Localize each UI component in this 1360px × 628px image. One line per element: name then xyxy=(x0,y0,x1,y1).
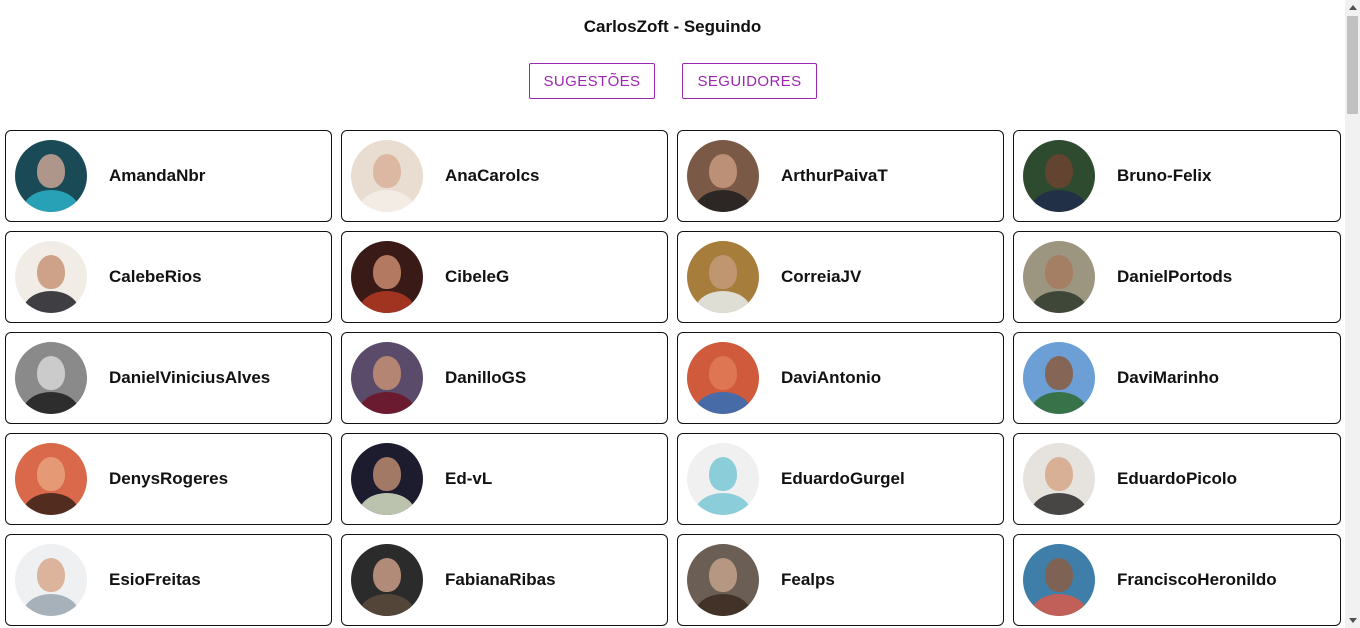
avatar[interactable] xyxy=(351,140,423,212)
user-card[interactable]: DenysRogeres xyxy=(5,433,332,525)
avatar[interactable] xyxy=(351,342,423,414)
user-card[interactable]: EsioFreitas xyxy=(5,534,332,626)
username[interactable]: DaviMarinho xyxy=(1117,368,1219,388)
avatar[interactable] xyxy=(15,342,87,414)
username[interactable]: EduardoGurgel xyxy=(781,469,905,489)
username[interactable]: ArthurPaivaT xyxy=(781,166,888,186)
tab-buttons: SUGESTÕES SEGUIDORES xyxy=(0,63,1345,99)
user-card[interactable]: DaviAntonio xyxy=(677,332,1004,424)
user-card[interactable]: FabianaRibas xyxy=(341,534,668,626)
avatar[interactable] xyxy=(351,443,423,515)
username[interactable]: FabianaRibas xyxy=(445,570,556,590)
avatar[interactable] xyxy=(687,140,759,212)
user-card[interactable]: CorreiaJV xyxy=(677,231,1004,323)
user-card[interactable]: ArthurPaivaT xyxy=(677,130,1004,222)
user-card[interactable]: DaviMarinho xyxy=(1013,332,1341,424)
avatar[interactable] xyxy=(15,544,87,616)
avatar[interactable] xyxy=(351,241,423,313)
username[interactable]: EsioFreitas xyxy=(109,570,201,590)
avatar[interactable] xyxy=(1023,342,1095,414)
avatar[interactable] xyxy=(687,443,759,515)
username[interactable]: AnaCarolcs xyxy=(445,166,539,186)
user-card[interactable]: FranciscoHeronildo xyxy=(1013,534,1341,626)
scroll-thumb[interactable] xyxy=(1347,16,1358,114)
avatar[interactable] xyxy=(1023,241,1095,313)
avatar[interactable] xyxy=(351,544,423,616)
username[interactable]: Ed-vL xyxy=(445,469,492,489)
user-card[interactable]: AmandaNbr xyxy=(5,130,332,222)
username[interactable]: CorreiaJV xyxy=(781,267,861,287)
username[interactable]: AmandaNbr xyxy=(109,166,205,186)
user-card[interactable]: CalebeRios xyxy=(5,231,332,323)
avatar[interactable] xyxy=(15,241,87,313)
username[interactable]: Fealps xyxy=(781,570,835,590)
user-card[interactable]: DanielPortods xyxy=(1013,231,1341,323)
avatar[interactable] xyxy=(1023,443,1095,515)
scroll-down-arrow-icon[interactable] xyxy=(1345,613,1360,628)
user-card[interactable]: EduardoPicolo xyxy=(1013,433,1341,525)
user-card[interactable]: EduardoGurgel xyxy=(677,433,1004,525)
avatar[interactable] xyxy=(15,140,87,212)
suggestions-button[interactable]: SUGESTÕES xyxy=(528,63,656,99)
user-card[interactable]: Fealps xyxy=(677,534,1004,626)
avatar[interactable] xyxy=(1023,140,1095,212)
following-grid: AmandaNbr AnaCarolcs ArthurPaivaT Bruno-Fel… xyxy=(5,130,1341,626)
avatar[interactable] xyxy=(687,544,759,616)
vertical-scrollbar[interactable] xyxy=(1345,0,1360,628)
user-card[interactable]: Bruno-Felix xyxy=(1013,130,1341,222)
avatar[interactable] xyxy=(1023,544,1095,616)
avatar[interactable] xyxy=(687,342,759,414)
username[interactable]: CalebeRios xyxy=(109,267,202,287)
avatar[interactable] xyxy=(687,241,759,313)
scroll-up-arrow-icon[interactable] xyxy=(1345,0,1360,15)
username[interactable]: Bruno-Felix xyxy=(1117,166,1211,186)
username[interactable]: DanielPortods xyxy=(1117,267,1232,287)
user-card[interactable]: AnaCarolcs xyxy=(341,130,668,222)
username[interactable]: DanielViniciusAlves xyxy=(109,368,270,388)
followers-button[interactable]: SEGUIDORES xyxy=(682,63,817,99)
username[interactable]: DenysRogeres xyxy=(109,469,228,489)
user-card[interactable]: DanilloGS xyxy=(341,332,668,424)
page-title: CarlosZoft - Seguindo xyxy=(583,17,762,36)
avatar[interactable] xyxy=(15,443,87,515)
username[interactable]: FranciscoHeronildo xyxy=(1117,570,1277,590)
user-card[interactable]: DanielViniciusAlves xyxy=(5,332,332,424)
username[interactable]: EduardoPicolo xyxy=(1117,469,1237,489)
user-card[interactable]: CibeleG xyxy=(341,231,668,323)
username[interactable]: DanilloGS xyxy=(445,368,526,388)
username[interactable]: DaviAntonio xyxy=(781,368,881,388)
user-card[interactable]: Ed-vL xyxy=(341,433,668,525)
username[interactable]: CibeleG xyxy=(445,267,509,287)
